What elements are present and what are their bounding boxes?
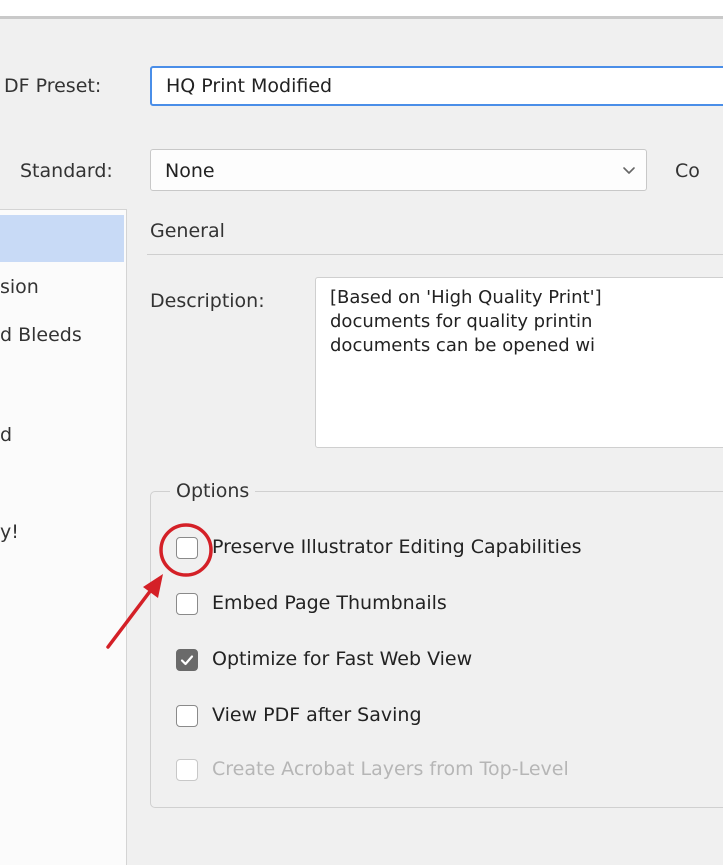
chevron-down-icon bbox=[623, 167, 635, 174]
section-title-general: General bbox=[150, 220, 225, 242]
standard-selected-value: None bbox=[165, 160, 215, 182]
standard-label: Standard: bbox=[20, 160, 113, 182]
option-label: Create Acrobat Layers from Top-Level bbox=[212, 758, 569, 780]
checkmark-icon bbox=[180, 655, 194, 666]
section-divider bbox=[147, 254, 723, 255]
description-line: documents can be opened wi bbox=[330, 335, 596, 356]
standard-select[interactable]: None bbox=[150, 149, 647, 191]
embed-thumbnails-checkbox[interactable] bbox=[176, 593, 198, 615]
sidebar-item-compression[interactable]: sion bbox=[0, 276, 124, 298]
window-top-edge bbox=[0, 0, 723, 19]
sidebar-item-summary[interactable]: y! bbox=[0, 521, 124, 543]
compatibility-label-partial: Co bbox=[675, 160, 700, 182]
description-box[interactable]: [Based on 'High Quality Print'] document… bbox=[315, 277, 723, 448]
options-legend: Options bbox=[170, 480, 256, 502]
option-label: Preserve Illustrator Editing Capabilitie… bbox=[212, 536, 582, 558]
option-label: Optimize for Fast Web View bbox=[212, 648, 473, 670]
sidebar-item-general[interactable] bbox=[0, 215, 124, 262]
description-label: Description: bbox=[150, 290, 265, 312]
pdf-preset-input[interactable] bbox=[150, 66, 723, 106]
option-label: Embed Page Thumbnails bbox=[212, 592, 447, 614]
description-line: documents for quality printin bbox=[330, 311, 593, 332]
view-after-saving-checkbox[interactable] bbox=[176, 705, 198, 727]
sidebar-item-advanced[interactable]: d bbox=[0, 424, 124, 446]
preserve-editing-checkbox[interactable] bbox=[176, 537, 198, 559]
pdf-preset-label: DF Preset: bbox=[4, 75, 102, 97]
description-line: [Based on 'High Quality Print'] bbox=[330, 287, 602, 308]
optimize-web-view-checkbox[interactable] bbox=[176, 649, 198, 671]
sidebar-item-marks-and-bleeds[interactable]: d Bleeds bbox=[0, 324, 124, 346]
option-label: View PDF after Saving bbox=[212, 704, 422, 726]
create-acrobat-layers-checkbox bbox=[176, 759, 198, 781]
